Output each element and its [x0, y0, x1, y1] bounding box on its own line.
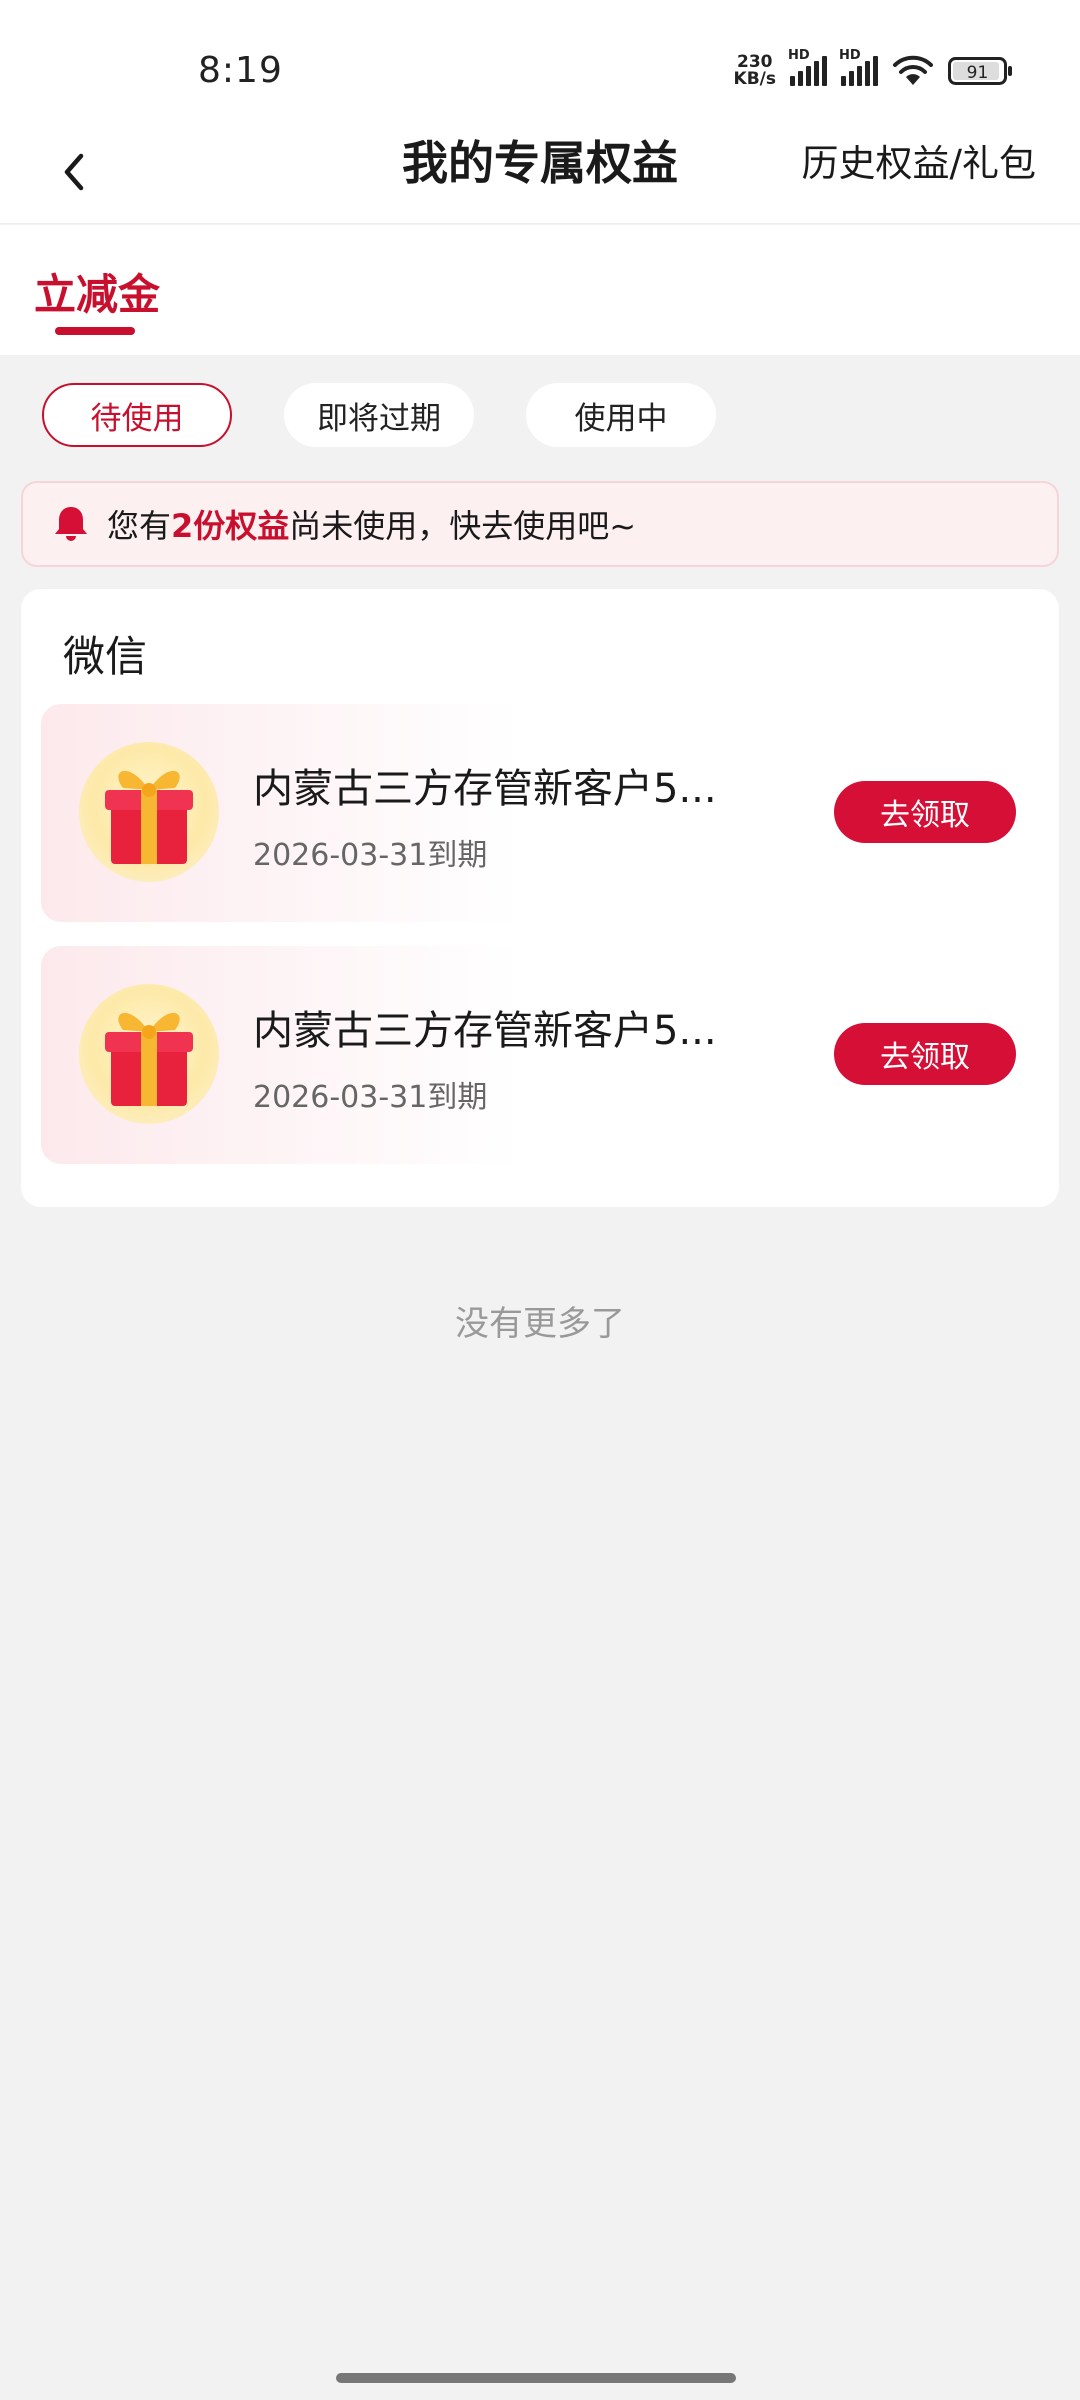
network-speed: 230 KB/s	[734, 54, 776, 88]
app-header: 我的专属权益 历史权益/礼包	[0, 132, 1080, 224]
home-indicator[interactable]	[336, 2373, 736, 2383]
benefit-item[interactable]: 内蒙古三方存管新客户5... 2026-03-31到期 去领取	[41, 946, 1039, 1164]
status-time: 8:19	[198, 50, 283, 91]
battery-icon: 91	[948, 56, 1014, 86]
network-speed-unit: KB/s	[733, 69, 776, 89]
notice-suffix: 尚未使用，快去使用吧~	[289, 507, 637, 545]
sim2-hd-label: HD	[839, 48, 861, 63]
status-bar: 8:19 230 KB/s HD HD 91	[0, 0, 1080, 132]
sim1-hd-label: HD	[788, 48, 810, 63]
filter-in-use[interactable]: 使用中	[526, 383, 716, 447]
signal-2-icon: HD	[839, 48, 878, 86]
filter-expiring-soon[interactable]: 即将过期	[284, 383, 474, 447]
benefit-expiry: 2026-03-31到期	[253, 838, 488, 873]
benefit-expiry: 2026-03-31到期	[253, 1080, 488, 1115]
claim-button[interactable]: 去领取	[834, 1023, 1016, 1085]
section-title: 微信	[63, 632, 148, 681]
history-benefits-link[interactable]: 历史权益/礼包	[802, 140, 1036, 188]
tab-active-indicator	[55, 327, 135, 335]
benefit-name: 内蒙古三方存管新客户5...	[253, 766, 717, 812]
benefit-item[interactable]: 内蒙古三方存管新客户5... 2026-03-31到期 去领取	[41, 704, 1039, 922]
battery-level: 91	[967, 63, 989, 83]
gift-icon	[79, 742, 219, 882]
signal-1-icon: HD	[788, 48, 827, 86]
tab-instant-discount[interactable]: 立减金	[34, 261, 160, 322]
benefit-name: 内蒙古三方存管新客户5...	[253, 1008, 717, 1054]
wifi-icon	[892, 55, 934, 87]
unused-benefits-notice: 您有 2份权益 尚未使用，快去使用吧~	[21, 481, 1059, 567]
claim-button[interactable]: 去领取	[834, 781, 1016, 843]
filter-pending[interactable]: 待使用	[42, 383, 232, 447]
notice-prefix: 您有	[107, 507, 172, 545]
end-of-list-text: 没有更多了	[455, 1304, 625, 1344]
gift-icon	[79, 984, 219, 1124]
status-filters: 待使用 即将过期 使用中	[42, 383, 716, 447]
category-tabs: 立减金	[0, 225, 1080, 355]
benefits-card: 微信 内蒙古三方存管新客户5... 2026-03-31到期 去领取 内蒙古三方…	[21, 589, 1059, 1207]
bell-icon	[51, 504, 91, 544]
status-icons: 230 KB/s HD HD 91	[734, 48, 1014, 88]
notice-highlight: 2份权益	[171, 507, 290, 545]
